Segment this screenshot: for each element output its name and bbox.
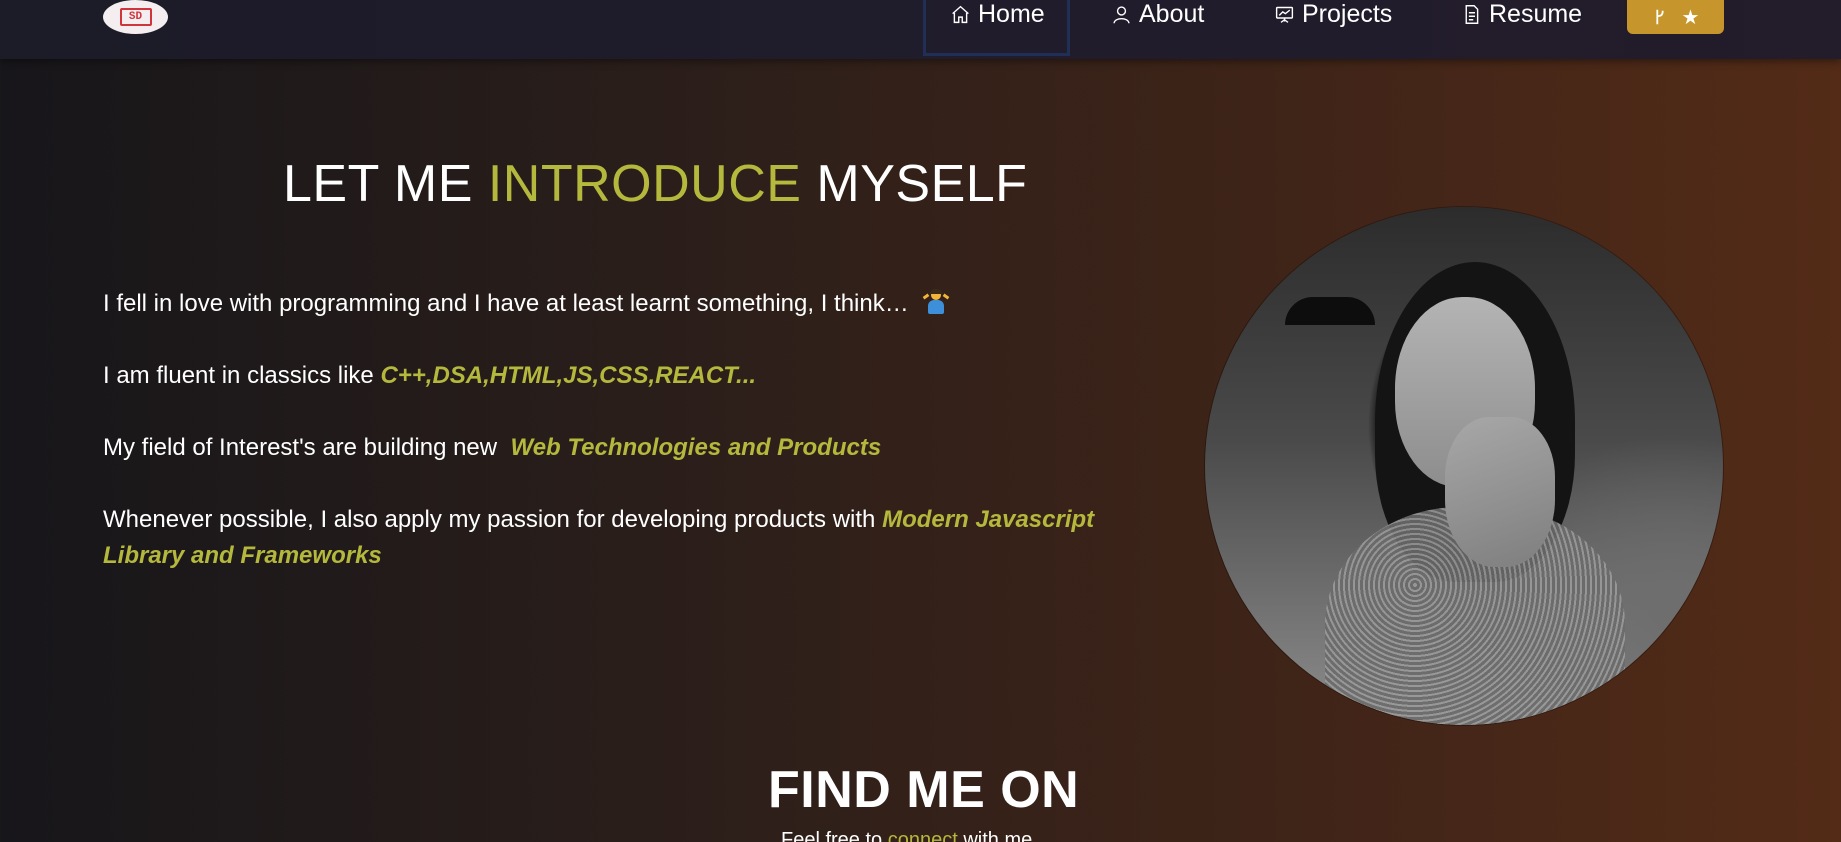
- heading-part1: LET ME: [283, 155, 473, 213]
- about-heading: LET ME INTRODUCE MYSELF: [283, 154, 1027, 214]
- nav-resume-label: Resume: [1489, 0, 1583, 28]
- about-paragraph-3: My field of Interest's are building new …: [103, 430, 881, 466]
- nav-about-label: About: [1139, 0, 1205, 28]
- connect-link[interactable]: connect: [888, 829, 958, 842]
- about-paragraph-1: I fell in love with programming and I ha…: [103, 286, 950, 322]
- github-fork-star-button[interactable]: ★: [1627, 0, 1724, 34]
- subtitle-after: with me: [963, 829, 1033, 842]
- p3-highlight: Web Technologies and Products: [510, 434, 882, 461]
- find-me-subtitle: Feel free to connect with me: [781, 829, 1032, 842]
- logo-mark: SD: [119, 8, 152, 26]
- heading-part2: MYSELF: [816, 155, 1028, 213]
- nav-projects[interactable]: Projects: [1274, 0, 1392, 56]
- user-icon: [1113, 6, 1130, 24]
- p3-text: My field of Interest's are building new: [103, 434, 498, 461]
- about-paragraph-4: Whenever possible, I also apply my passi…: [103, 502, 1143, 574]
- navbar: SD Home About Projects Resume ★: [0, 0, 1841, 59]
- about-paragraph-2: I am fluent in classics like C++,DSA,HTM…: [103, 358, 756, 394]
- p2-text: I am fluent in classics like: [103, 362, 374, 389]
- logo[interactable]: SD: [103, 0, 168, 34]
- nav-projects-label: Projects: [1302, 0, 1393, 28]
- star-icon: ★: [1681, 6, 1700, 29]
- find-me-heading: FIND ME ON: [768, 761, 1080, 819]
- home-icon: [952, 5, 969, 24]
- nav-home-label: Home: [978, 0, 1045, 28]
- p2-highlight: C++,DSA,HTML,JS,CSS,REACT...: [380, 362, 757, 389]
- p4-text: Whenever possible, I also apply my passi…: [103, 506, 876, 533]
- avatar: [1205, 207, 1723, 725]
- heading-accent: INTRODUCE: [487, 155, 802, 213]
- nav-about[interactable]: About: [1111, 0, 1204, 56]
- shrug-emoji: [923, 289, 950, 315]
- document-icon: [1465, 5, 1479, 24]
- git-fork-icon: [1655, 9, 1664, 25]
- nav-home[interactable]: Home: [923, 0, 1070, 56]
- presentation-icon: [1275, 6, 1294, 23]
- nav-resume[interactable]: Resume: [1461, 0, 1582, 56]
- subtitle-before: Feel free to: [781, 829, 883, 842]
- p1-text: I fell in love with programming and I ha…: [103, 290, 909, 317]
